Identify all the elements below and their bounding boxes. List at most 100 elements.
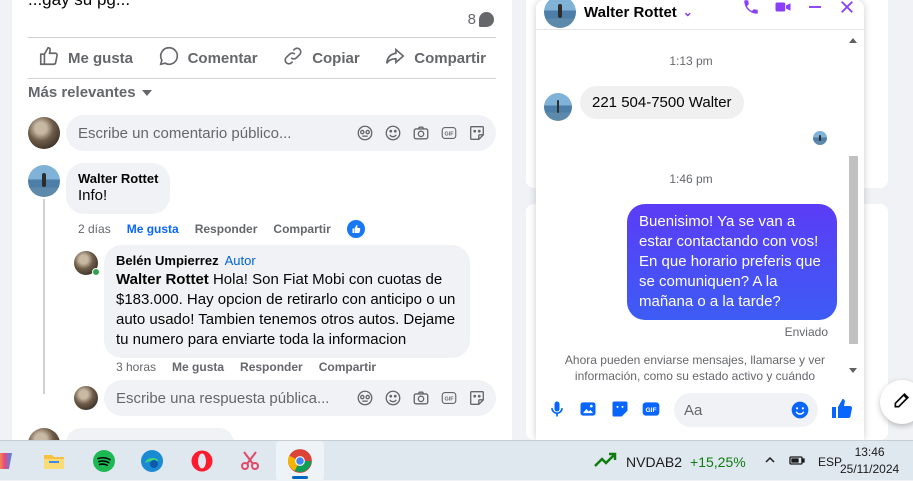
language-indicator[interactable]: ESP [818,455,842,469]
chat-avatar[interactable] [544,0,576,28]
reply-author[interactable]: Belén Umpierrez [116,253,219,268]
gif-icon[interactable]: GIF [440,124,458,142]
chrome-icon[interactable] [286,447,314,475]
opera-icon[interactable] [188,447,216,475]
online-status-dot [92,268,100,276]
comment-share-link[interactable]: Compartir [273,222,330,236]
author-badge: Autor [224,253,256,268]
comment-author[interactable]: Walter Rottet [78,171,158,186]
reply-mention[interactable]: Walter Rottet [116,271,209,288]
sticker-icon[interactable] [468,124,486,142]
chat-header-icons [742,0,856,21]
like-button[interactable]: Me gusta [28,45,143,71]
comment-label: Comentar [187,49,258,67]
copy-label: Copiar [312,49,360,67]
stock-widget[interactable]: NVDAB2 +15,25% [594,452,746,471]
thread-line [43,199,45,394]
read-receipt-avatar [813,131,827,145]
thumbs-up-icon[interactable] [829,396,855,422]
video-call-icon[interactable] [774,0,792,21]
avatar-walter[interactable] [28,165,60,197]
chevron-up-icon[interactable] [764,454,776,469]
chat-scrollbar[interactable] [846,34,860,380]
sender-avatar[interactable] [544,93,572,121]
scroll-down-arrow-icon[interactable] [849,368,857,373]
photo-icon[interactable] [577,398,599,420]
chat-title[interactable]: Walter Rottet ⌄ [584,0,693,24]
spotify-icon[interactable] [90,447,118,475]
comment-bubble-icon [479,12,494,27]
message-input[interactable]: Aa [674,393,818,427]
reply-input[interactable]: Escribe una respuesta pública... GIF [104,380,496,416]
like-label: Me gusta [68,49,134,67]
system-clock[interactable]: 13:46 25/11/2024 [840,444,899,478]
caret-down-icon [141,89,152,96]
post-actions: Me gusta Comentar Copiar Compartir [28,40,496,76]
sort-dropdown[interactable]: Más relevantes [28,84,152,101]
comment-placeholder: Escribe un comentario público... [78,124,292,142]
comment-reply-link[interactable]: Responder [195,222,258,236]
comment-button[interactable]: Comentar [148,45,268,71]
comment-time[interactable]: 2 días [78,222,111,236]
sticker-icon[interactable] [609,398,631,420]
file-explorer-icon[interactable] [40,447,68,475]
avatar[interactable] [74,386,98,410]
sent-status: Enviado [784,325,828,339]
thumbs-up-icon [38,45,60,71]
messenger-chat-window: Walter Rottet ⌄ 1:13 pm 221 504-7500 Wal… [536,0,864,440]
phone-icon[interactable] [742,0,760,21]
minimize-icon[interactable] [806,0,824,21]
divider [28,78,496,79]
share-icon [384,45,406,71]
composer-icons: GIF [356,124,486,142]
comment-input[interactable]: Escribe un comentario público... GIF [66,115,496,151]
chart-trend-icon [594,452,618,471]
ticker-change: +15,25% [690,453,746,470]
share-label: Compartir [414,49,486,67]
avatar-sticker-icon[interactable] [356,124,374,142]
microphone-icon[interactable] [546,398,568,420]
copy-button[interactable]: Copiar [272,45,370,71]
close-icon[interactable] [838,0,856,21]
edge-icon[interactable] [138,447,166,475]
reply-share-link[interactable]: Compartir [319,360,376,374]
copilot-icon[interactable] [0,447,20,475]
emoji-icon[interactable] [790,400,810,424]
scroll-up-arrow-icon[interactable] [849,38,857,43]
avatar[interactable] [28,117,60,149]
chat-header: Walter Rottet ⌄ [536,0,864,30]
camera-icon[interactable] [412,389,430,407]
emoji-icon[interactable] [384,124,402,142]
network-battery-icon[interactable] [788,453,806,470]
system-tray: ESP [764,453,842,470]
reply-reply-link[interactable]: Responder [240,360,303,374]
avatar-sticker-icon[interactable] [356,389,374,407]
svg-text:GIF: GIF [645,407,656,414]
sticker-icon[interactable] [468,389,486,407]
reply-author-line: Belén Umpierrez Autor [116,253,458,268]
outgoing-message[interactable]: Buenisimo! Ya se van a estar contactando… [627,204,837,320]
gif-icon[interactable]: GIF [640,398,662,420]
comment-bubble [66,428,234,440]
scroll-thumb[interactable] [849,156,858,344]
reply-meta: 3 horas Me gusta Responder Compartir [116,360,376,374]
snipping-tool-icon[interactable] [236,447,264,475]
comment-count-value: 8 [467,11,476,28]
gif-icon[interactable]: GIF [440,389,458,407]
avatar[interactable] [28,428,60,440]
svg-text:GIF: GIF [445,396,455,402]
camera-icon[interactable] [412,124,430,142]
incoming-message[interactable]: 221 504-7500 Walter [580,86,744,119]
reply-time[interactable]: 3 horas [116,360,156,374]
share-button[interactable]: Compartir [374,45,496,71]
comment-meta: 2 días Me gusta Responder Compartir [78,220,365,238]
ticker-symbol: NVDAB2 [626,453,683,470]
reply-composer-icons: GIF [356,389,486,407]
reply-like-link[interactable]: Me gusta [172,360,224,374]
comment-like-link[interactable]: Me gusta [127,222,179,236]
like-reaction-icon[interactable] [346,220,365,238]
timestamp: 1:13 pm [669,54,713,68]
comment-count[interactable]: 8 [468,11,494,28]
sort-label: Más relevantes [28,84,136,101]
emoji-icon[interactable] [384,389,402,407]
